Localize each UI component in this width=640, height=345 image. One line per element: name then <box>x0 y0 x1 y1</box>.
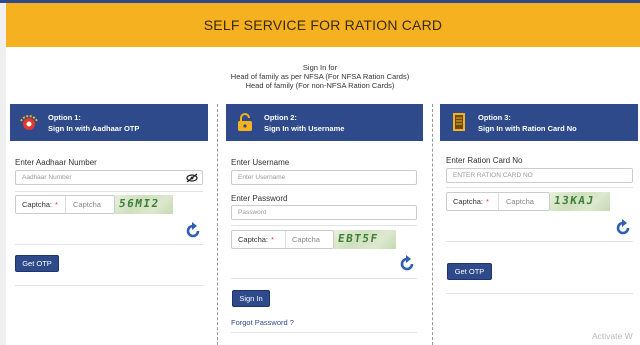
option1-card: Option 1: Sign In with Aadhaar OTP Enter… <box>10 104 208 345</box>
aadhaar-number-input[interactable]: Aadhaar Number <box>15 170 203 185</box>
username-label: Enter Username <box>231 158 290 167</box>
page-title: SELF SERVICE FOR RATION CARD <box>203 17 443 33</box>
ration-card-input[interactable]: ENTER RATION CARD NO <box>446 168 633 183</box>
option2-captcha-input[interactable]: Captcha: * Captcha <box>231 230 334 249</box>
username-placeholder: Enter Username <box>238 174 286 181</box>
divider <box>498 193 499 210</box>
intro-line-2: Head of family as per NFSA (For NFSA Rat… <box>230 72 410 81</box>
divider <box>446 187 633 188</box>
captcha-label: Captcha: <box>22 200 53 209</box>
captcha-code: 56MI2 <box>118 197 161 210</box>
option3-subtitle: Sign In with Ration Card No <box>478 124 577 133</box>
captcha-code: EBT5F <box>337 232 380 245</box>
refresh-captcha-icon[interactable] <box>614 219 632 237</box>
option1-title: Option 1: <box>48 113 81 122</box>
ration-card-placeholder: ENTER RATION CARD NO <box>453 172 533 179</box>
option2-subtitle: Sign In with Username <box>264 124 345 133</box>
intro-line-1: Sign In for <box>302 63 338 72</box>
option2-title: Option 2: <box>264 113 297 122</box>
password-input[interactable]: Password <box>231 205 417 220</box>
option3-captcha-input[interactable]: Captcha: * Captcha <box>446 192 550 211</box>
divider <box>446 293 633 294</box>
column-separator-2 <box>432 104 433 345</box>
aadhaar-placeholder: Aadhaar Number <box>22 174 72 181</box>
aadhaar-label: Enter Aadhaar Number <box>15 158 97 167</box>
required-star: * <box>55 200 58 209</box>
captcha-label: Captcha: <box>453 197 484 206</box>
eye-slash-icon[interactable] <box>186 173 198 183</box>
captcha-placeholder: Captcha <box>73 200 101 209</box>
required-star: * <box>486 197 489 206</box>
activate-windows-watermark: Activate W <box>592 331 633 341</box>
option1-header: Option 1: Sign In with Aadhaar OTP <box>10 104 208 141</box>
forgot-password-link[interactable]: Forgot Password ? <box>231 318 294 327</box>
option3-card: Option 3: Sign In with Ration Card No En… <box>440 104 638 345</box>
divider <box>231 278 417 279</box>
intro-line-3: Head of family (For non-NFSA Ration Card… <box>245 81 395 90</box>
divider <box>15 285 203 286</box>
divider <box>231 225 417 226</box>
captcha-placeholder: Captcha <box>506 197 534 206</box>
column-separator-1 <box>217 104 218 345</box>
lock-icon <box>238 113 252 131</box>
refresh-captcha-icon[interactable] <box>184 222 202 240</box>
captcha-code: 13KAJ <box>553 194 596 207</box>
option2-card: Option 2: Sign In with Username Enter Us… <box>226 104 423 345</box>
option1-captcha-input[interactable]: Captcha: * Captcha <box>15 195 115 214</box>
option1-subtitle: Sign In with Aadhaar OTP <box>48 124 140 133</box>
captcha-placeholder: Captcha <box>292 235 320 244</box>
required-star: * <box>271 235 274 244</box>
aadhaar-icon <box>20 115 38 130</box>
option3-header: Option 3: Sign In with Ration Card No <box>440 104 638 141</box>
username-input[interactable]: Enter Username <box>231 170 417 185</box>
captcha-image: 56MI2 <box>115 195 173 214</box>
header-banner: SELF SERVICE FOR RATION CARD <box>6 3 640 47</box>
divider <box>285 231 286 248</box>
divider <box>15 244 203 245</box>
captcha-label: Captcha: <box>238 235 269 244</box>
divider <box>65 196 66 213</box>
captcha-image: 13KAJ <box>550 192 610 211</box>
refresh-captcha-icon[interactable] <box>398 255 416 273</box>
get-otp-button[interactable]: Get OTP <box>447 263 492 280</box>
ration-card-label: Enter Ration Card No <box>446 156 523 165</box>
divider <box>446 241 633 242</box>
ration-card-icon <box>453 113 465 131</box>
password-label: Enter Password <box>231 194 288 203</box>
divider <box>15 191 203 192</box>
divider <box>231 332 417 333</box>
left-gutter <box>0 3 6 345</box>
option3-title: Option 3: <box>478 113 511 122</box>
get-otp-button[interactable]: Get OTP <box>15 255 59 272</box>
password-placeholder: Password <box>238 209 267 216</box>
sign-in-button[interactable]: Sign In <box>232 290 270 307</box>
captcha-image: EBT5F <box>334 230 396 249</box>
option2-header: Option 2: Sign In with Username <box>226 104 423 141</box>
